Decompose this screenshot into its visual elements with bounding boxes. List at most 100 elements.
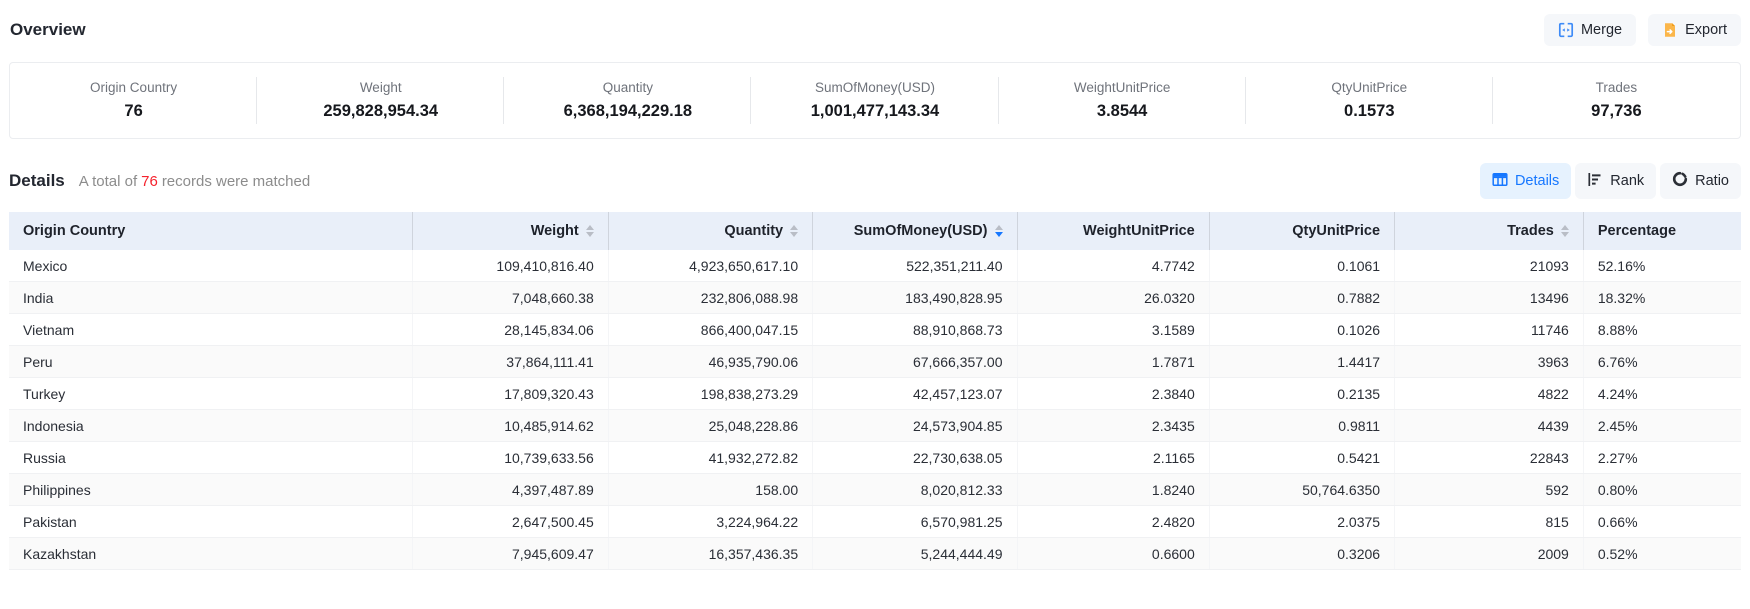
table-cell: 2.4820 bbox=[1017, 506, 1209, 538]
table-cell: 24,573,904.85 bbox=[813, 410, 1017, 442]
table-cell: 46,935,790.06 bbox=[608, 346, 812, 378]
table-cell: 2.1165 bbox=[1017, 442, 1209, 474]
table-cell: 0.66% bbox=[1583, 506, 1741, 538]
column-header-quantity[interactable]: Quantity bbox=[608, 212, 812, 250]
stat-value: 259,828,954.34 bbox=[323, 102, 438, 121]
stat-value: 1,001,477,143.34 bbox=[811, 102, 939, 121]
merge-button-label: Merge bbox=[1581, 22, 1622, 38]
row-country-cell: Mexico bbox=[9, 250, 413, 282]
table-cell: 10,485,914.62 bbox=[413, 410, 609, 442]
column-header-percentage: Percentage bbox=[1583, 212, 1741, 250]
row-country-cell: Philippines bbox=[9, 474, 413, 506]
table-row: Russia10,739,633.5641,932,272.8222,730,6… bbox=[9, 442, 1741, 474]
table-cell: 10,739,633.56 bbox=[413, 442, 609, 474]
table-cell: 232,806,088.98 bbox=[608, 282, 812, 314]
table-cell: 7,048,660.38 bbox=[413, 282, 609, 314]
stat-label: Quantity bbox=[603, 80, 653, 95]
table-cell: 18.32% bbox=[1583, 282, 1741, 314]
table-cell: 7,945,609.47 bbox=[413, 538, 609, 570]
stat-label: WeightUnitPrice bbox=[1074, 80, 1171, 95]
table-cell: 13496 bbox=[1395, 282, 1584, 314]
table-cell: 11746 bbox=[1395, 314, 1584, 346]
stat-quantity: Quantity 6,368,194,229.18 bbox=[504, 63, 751, 138]
table-cell: 41,932,272.82 bbox=[608, 442, 812, 474]
stat-trades: Trades 97,736 bbox=[1493, 63, 1740, 138]
row-country-cell: Turkey bbox=[9, 378, 413, 410]
tab-rank[interactable]: Rank bbox=[1575, 163, 1656, 199]
table-row: Kazakhstan7,945,609.4716,357,436.355,244… bbox=[9, 538, 1741, 570]
stat-origin-country: Origin Country 76 bbox=[10, 63, 257, 138]
tab-label: Details bbox=[1515, 173, 1559, 189]
stat-weight: Weight 259,828,954.34 bbox=[257, 63, 504, 138]
table-row: India7,048,660.38232,806,088.98183,490,8… bbox=[9, 282, 1741, 314]
table-row: Philippines4,397,487.89158.008,020,812.3… bbox=[9, 474, 1741, 506]
export-button-label: Export bbox=[1685, 22, 1727, 38]
column-header-weightunitprice: WeightUnitPrice bbox=[1017, 212, 1209, 250]
match-summary-prefix: A total of bbox=[79, 173, 137, 190]
match-count: 76 bbox=[137, 173, 162, 190]
table-cell: 4,397,487.89 bbox=[413, 474, 609, 506]
stat-qty-unit-price: QtyUnitPrice 0.1573 bbox=[1246, 63, 1493, 138]
sort-icon bbox=[995, 225, 1003, 238]
tab-details[interactable]: Details bbox=[1480, 163, 1571, 199]
table-cell: 1.8240 bbox=[1017, 474, 1209, 506]
stat-value: 3.8544 bbox=[1097, 102, 1147, 121]
merge-button[interactable]: Merge bbox=[1544, 14, 1636, 46]
table-row: Pakistan2,647,500.453,224,964.226,570,98… bbox=[9, 506, 1741, 538]
rank-bars-icon bbox=[1587, 172, 1603, 191]
table-cell: 158.00 bbox=[608, 474, 812, 506]
column-header-label: Quantity bbox=[724, 223, 783, 239]
details-table: Origin CountryWeightQuantitySumOfMoney(U… bbox=[9, 212, 1741, 570]
view-tabs: Details Rank Ratio bbox=[1480, 163, 1741, 199]
table-cell: 4.7742 bbox=[1017, 250, 1209, 282]
stat-value: 0.1573 bbox=[1344, 102, 1394, 121]
stat-label: Weight bbox=[360, 80, 402, 95]
match-summary-suffix: records were matched bbox=[162, 173, 310, 190]
table-row: Peru37,864,111.4146,935,790.0667,666,357… bbox=[9, 346, 1741, 378]
table-cell: 88,910,868.73 bbox=[813, 314, 1017, 346]
details-title: Details bbox=[9, 171, 65, 191]
export-button[interactable]: Export bbox=[1648, 14, 1741, 46]
table-cell: 2.45% bbox=[1583, 410, 1741, 442]
details-header: Details A total of76records were matched bbox=[9, 171, 310, 191]
merge-icon bbox=[1558, 22, 1574, 38]
table-cell: 2.27% bbox=[1583, 442, 1741, 474]
table-cell: 0.5421 bbox=[1209, 442, 1394, 474]
column-header-trades[interactable]: Trades bbox=[1395, 212, 1584, 250]
table-cell: 4.24% bbox=[1583, 378, 1741, 410]
table-cell: 183,490,828.95 bbox=[813, 282, 1017, 314]
table-cell: 3.1589 bbox=[1017, 314, 1209, 346]
table-cell: 0.7882 bbox=[1209, 282, 1394, 314]
table-cell: 2.3840 bbox=[1017, 378, 1209, 410]
column-header-qtyunitprice: QtyUnitPrice bbox=[1209, 212, 1394, 250]
tab-ratio[interactable]: Ratio bbox=[1660, 163, 1741, 199]
table-cell: 1.7871 bbox=[1017, 346, 1209, 378]
table-cell: 866,400,047.15 bbox=[608, 314, 812, 346]
table-row: Turkey17,809,320.43198,838,273.2942,457,… bbox=[9, 378, 1741, 410]
table-cell: 0.3206 bbox=[1209, 538, 1394, 570]
tab-label: Ratio bbox=[1695, 173, 1729, 189]
row-country-cell: Russia bbox=[9, 442, 413, 474]
table-cell: 2.3435 bbox=[1017, 410, 1209, 442]
table-cell: 3,224,964.22 bbox=[608, 506, 812, 538]
table-cell: 2.0375 bbox=[1209, 506, 1394, 538]
table-cell: 0.80% bbox=[1583, 474, 1741, 506]
stat-label: QtyUnitPrice bbox=[1331, 80, 1407, 95]
table-cell: 28,145,834.06 bbox=[413, 314, 609, 346]
donut-chart-icon bbox=[1672, 171, 1688, 191]
table-cell: 26.0320 bbox=[1017, 282, 1209, 314]
column-header-sumofmoney-usd[interactable]: SumOfMoney(USD) bbox=[813, 212, 1017, 250]
topbar-actions: Merge Export bbox=[1544, 14, 1741, 46]
column-header-label: Trades bbox=[1507, 223, 1554, 239]
column-header-label: WeightUnitPrice bbox=[1083, 223, 1195, 239]
column-header-label: Weight bbox=[531, 223, 579, 239]
stat-sum-of-money: SumOfMoney(USD) 1,001,477,143.34 bbox=[751, 63, 998, 138]
top-bar: Overview Merge bbox=[9, 10, 1741, 50]
table-cell: 6.76% bbox=[1583, 346, 1741, 378]
table-cell: 0.52% bbox=[1583, 538, 1741, 570]
column-header-weight[interactable]: Weight bbox=[413, 212, 609, 250]
table-cell: 22843 bbox=[1395, 442, 1584, 474]
table-cell: 50,764.6350 bbox=[1209, 474, 1394, 506]
table-cell: 2009 bbox=[1395, 538, 1584, 570]
table-cell: 52.16% bbox=[1583, 250, 1741, 282]
